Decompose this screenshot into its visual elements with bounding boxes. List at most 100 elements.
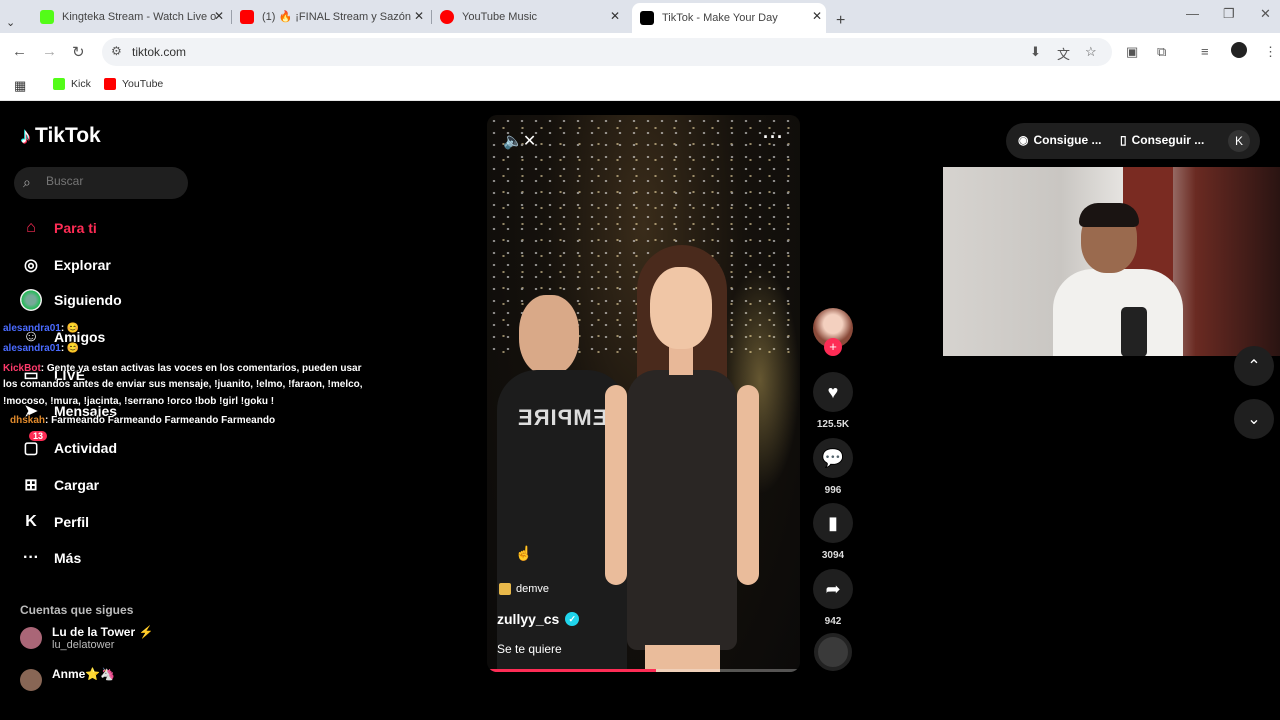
microphone-icon [1121, 307, 1147, 356]
next-video-button[interactable]: ⌄ [1234, 399, 1274, 439]
translate-icon[interactable]: 文 [1057, 44, 1070, 63]
like-button[interactable]: ♥ 125.5K [812, 372, 854, 430]
close-icon[interactable]: ✕ [610, 9, 620, 23]
following-account-item[interactable]: Anme⭐🦄 [20, 667, 115, 691]
video-progress-bar[interactable] [487, 669, 800, 672]
tiktok-logo[interactable]: ♪ TikTok [20, 123, 101, 149]
youtube-icon [104, 78, 116, 90]
following-account-item[interactable]: Lu de la Tower ⚡ lu_delatower [20, 625, 153, 651]
following-avatar-icon [20, 289, 42, 311]
chat-text: los comandos antes de enviar sus mensaje… [3, 379, 363, 390]
tab-tiktok[interactable]: TikTok - Make Your Day ✕ [632, 3, 826, 33]
back-icon[interactable]: ← [12, 43, 27, 60]
nav-profile[interactable]: K Perfil [20, 511, 89, 533]
previous-video-button[interactable]: ⌃ [1234, 346, 1274, 386]
apps-grid-icon[interactable]: ▦ [14, 78, 26, 94]
get-app-button[interactable]: ▯ Conseguir ... [1120, 133, 1204, 147]
address-bar[interactable]: ⚙ tiktok.com [102, 38, 1112, 66]
share-count: 942 [824, 616, 842, 627]
mouse-cursor-icon: ☝ [515, 545, 533, 561]
tiktok-page: ♪ TikTok ⌕ ⌂ Para ti ◎ Explorar Siguiend… [0, 101, 1280, 720]
tab-youtube-stream[interactable]: (1) 🔥 ¡FINAL Stream y Sazón! 🔥 ✕ [240, 3, 428, 30]
chat-message: !mocoso, !mura, !jacinta, !serrano !orco… [3, 396, 274, 407]
nav-for-you[interactable]: ⌂ Para ti [20, 217, 97, 239]
streamer-webcam-overlay [943, 167, 1280, 356]
chat-message: dhskah: Farmeando Farmeando Farmeando Fa… [10, 415, 275, 426]
chat-user: KickBot [3, 363, 41, 374]
get-coins-label: Consigue ... [1033, 133, 1102, 147]
shirt-print-text: EMPIRE [517, 405, 608, 430]
chat-text: : 😊 [60, 323, 80, 334]
tab-kick[interactable]: Kingteka Stream - Watch Live o ✕ [40, 3, 228, 30]
upload-icon: ⊞ [24, 477, 38, 494]
puzzle-icon[interactable]: ⧉ [1157, 44, 1166, 60]
chevron-down-icon: ⌄ [1247, 411, 1261, 428]
chat-user: alesandra01 [3, 323, 61, 334]
close-icon[interactable]: ✕ [812, 9, 822, 23]
search-icon: ⌕ [23, 174, 31, 190]
author-avatar-button[interactable]: + [812, 308, 854, 356]
minimize-icon[interactable]: — [1186, 6, 1199, 21]
music-tag[interactable]: demve [499, 583, 549, 595]
bookmark-label: Kick [71, 78, 91, 90]
nav-more[interactable]: ··· Más [20, 547, 81, 569]
url-text: tiktok.com [132, 45, 187, 59]
search-bar[interactable]: ⌕ [14, 167, 188, 199]
video-player[interactable]: EMPIRE 🔈✕ ··· demve zullyy_cs ✓ Se te qu… [487, 115, 800, 672]
get-coins-button[interactable]: ◉ Consigue ... [1018, 133, 1102, 147]
install-app-icon[interactable]: ⬇ [1030, 44, 1041, 60]
nav-label: Para ti [54, 220, 97, 236]
tab-youtube-music[interactable]: YouTube Music ✕ [440, 3, 624, 30]
forward-icon[interactable]: → [42, 43, 57, 60]
nav-explore[interactable]: ◎ Explorar [20, 254, 111, 276]
verified-badge-icon: ✓ [565, 612, 580, 626]
window-close-icon[interactable]: ✕ [1260, 6, 1271, 22]
menu-dots-icon[interactable]: ⋮ [1264, 44, 1277, 60]
reload-icon[interactable]: ↻ [72, 43, 85, 61]
comment-button[interactable]: 💬 996 [812, 438, 854, 496]
bookmark-youtube[interactable]: YouTube [104, 78, 163, 90]
bookmark-icon: ▮ [813, 503, 853, 543]
nav-following[interactable]: Siguiendo [20, 289, 122, 311]
tab-search-menu[interactable]: ⌄ [6, 9, 15, 36]
following-accounts-title: Cuentas que sigues [20, 603, 134, 617]
more-options-icon[interactable]: ··· [763, 127, 784, 148]
nav-label: Siguiendo [54, 292, 122, 308]
nav-upload[interactable]: ⊞ Cargar [20, 474, 99, 496]
share-button[interactable]: ➦ 942 [812, 569, 854, 627]
new-tab-button[interactable]: + [836, 7, 845, 34]
author-handle-text: zullyy_cs [497, 611, 560, 627]
star-icon[interactable]: ☆ [1085, 44, 1097, 60]
follow-plus-icon[interactable]: + [824, 338, 842, 356]
bookmark-kick[interactable]: Kick [53, 78, 91, 90]
restore-icon[interactable]: ❐ [1223, 6, 1235, 22]
nav-label: Cargar [54, 477, 100, 493]
browser-tab-bar: ⌄ Kingteka Stream - Watch Live o ✕ (1) 🔥… [0, 0, 1280, 33]
get-app-label: Conseguir ... [1131, 133, 1205, 147]
save-count: 3094 [821, 550, 845, 561]
video-author-handle[interactable]: zullyy_cs ✓ [497, 611, 580, 627]
nav-activity[interactable]: ▢ 13 Actividad [20, 431, 117, 459]
extension-icon[interactable]: ▣ [1126, 44, 1138, 60]
avatar [20, 627, 42, 649]
muted-speaker-icon[interactable]: 🔈✕ [503, 131, 536, 151]
user-profile-icon[interactable]: K [1228, 130, 1250, 152]
media-control-icon[interactable]: ≡ [1201, 44, 1209, 59]
nav-label: Explorar [54, 257, 111, 273]
search-input[interactable] [46, 174, 176, 188]
heart-icon: ♥ [813, 372, 853, 412]
chat-text: !mocoso, !mura, !jacinta, !serrano !orco… [3, 396, 275, 407]
video-progress-fill [487, 669, 657, 672]
youtube-favicon-icon [240, 9, 254, 24]
save-button[interactable]: ▮ 3094 [812, 503, 854, 561]
chevron-down-icon: ⌄ [6, 17, 16, 29]
coin-icon: ◉ [1018, 133, 1029, 147]
tiktok-note-icon: ♪ [20, 123, 31, 148]
profile-avatar-icon[interactable] [1231, 42, 1247, 58]
close-icon[interactable]: ✕ [214, 9, 224, 23]
site-info-icon[interactable]: ⚙ [111, 44, 122, 58]
music-disc-button[interactable] [812, 633, 854, 671]
close-icon[interactable]: ✕ [414, 9, 424, 23]
chevron-up-icon: ⌃ [1247, 358, 1261, 375]
music-tag-label: demve [516, 583, 550, 595]
